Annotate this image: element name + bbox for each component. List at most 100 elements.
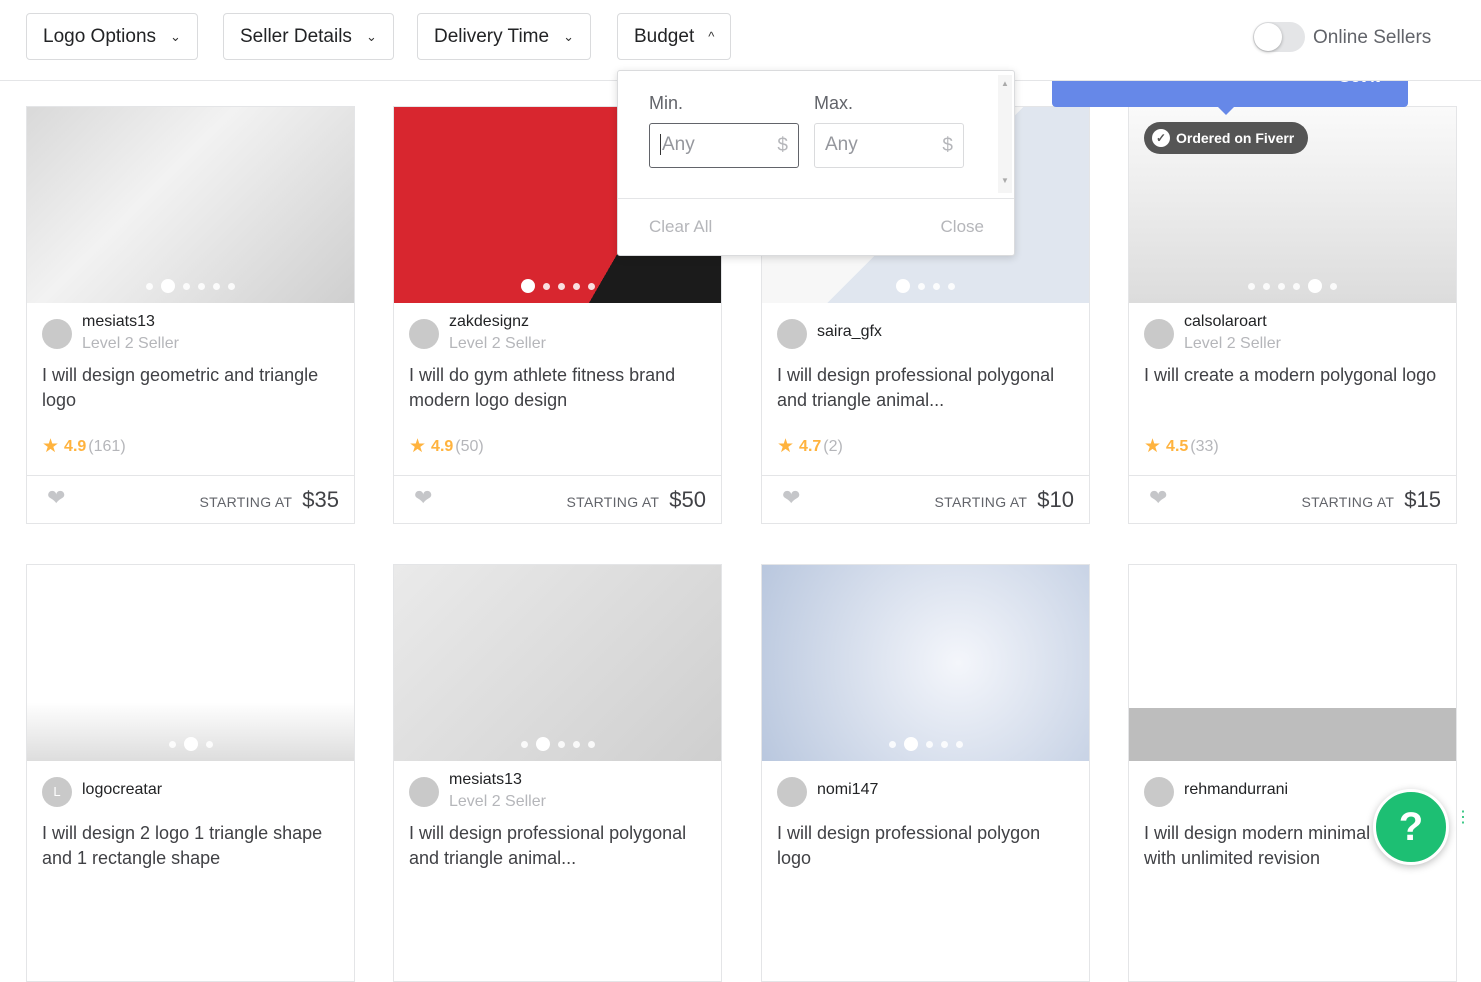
carousel-dot[interactable] xyxy=(572,740,580,748)
seller-name[interactable]: nomi147 xyxy=(817,781,878,799)
seller-name[interactable]: zakdesignz xyxy=(449,313,529,331)
avatar[interactable] xyxy=(777,319,807,349)
carousel-dot[interactable] xyxy=(535,737,550,751)
min-label: Min. xyxy=(649,93,684,113)
gig-card[interactable]: rehmandurrani I will design modern minima… xyxy=(1128,564,1457,982)
seller-name[interactable]: calsolaroart xyxy=(1184,313,1267,331)
carousel-dot[interactable] xyxy=(146,282,153,290)
online-sellers-label: Online Sellers xyxy=(1313,27,1432,48)
carousel-dot[interactable] xyxy=(557,740,565,748)
carousel-dot[interactable] xyxy=(198,282,205,290)
review-count: (33) xyxy=(1190,437,1219,455)
carousel-dot[interactable] xyxy=(183,282,190,290)
avatar[interactable] xyxy=(409,777,439,807)
carousel-dot[interactable] xyxy=(888,740,896,748)
close-button[interactable]: Close xyxy=(941,217,984,237)
carousel-dot[interactable] xyxy=(896,279,910,293)
gig-card[interactable]: mesiats13 Level 2 Seller I will design pro… xyxy=(393,564,722,982)
carousel-dot[interactable] xyxy=(948,282,955,290)
carousel-dot[interactable] xyxy=(918,282,925,290)
filter-logo-options[interactable]: Logo Options ⌄ xyxy=(26,13,198,60)
help-button[interactable]: ? xyxy=(1373,789,1449,865)
gig-image[interactable] xyxy=(394,565,721,761)
carousel-dot[interactable] xyxy=(587,740,595,748)
filter-seller-details[interactable]: Seller Details ⌄ xyxy=(223,13,394,60)
review-count: (2) xyxy=(823,437,843,455)
carousel-dot[interactable] xyxy=(213,282,220,290)
carousel-dot[interactable] xyxy=(1293,282,1300,290)
gig-image[interactable] xyxy=(1129,565,1456,761)
heart-icon[interactable]: ❤ xyxy=(47,485,65,511)
carousel-dot[interactable] xyxy=(955,740,963,748)
price-value: $15 xyxy=(1404,487,1441,512)
seller-level: Level 2 Seller xyxy=(1184,335,1281,352)
gig-image[interactable] xyxy=(27,565,354,761)
carousel-dot[interactable] xyxy=(940,740,948,748)
filter-label: Seller Details xyxy=(240,25,352,47)
avatar[interactable] xyxy=(777,777,807,807)
carousel-dot[interactable] xyxy=(925,740,933,748)
carousel-dot[interactable] xyxy=(1248,282,1255,290)
avatar[interactable]: L xyxy=(42,777,72,807)
carousel-dot[interactable] xyxy=(1330,282,1337,290)
gig-title[interactable]: I will design geometric and triangle log… xyxy=(42,363,342,413)
gig-card[interactable]: mesiats13 Level 2 Seller I will design geo… xyxy=(26,106,355,524)
carousel-dot[interactable] xyxy=(903,737,918,751)
seller-name[interactable]: mesiats13 xyxy=(82,313,155,331)
max-budget-input[interactable]: Any $ xyxy=(814,123,964,168)
star-icon: ★ xyxy=(42,436,60,457)
ordered-badge: ✓ Ordered on Fiverr xyxy=(1144,122,1309,154)
carousel-dot[interactable] xyxy=(1263,282,1270,290)
carousel-dot[interactable] xyxy=(520,740,528,748)
carousel-dot[interactable] xyxy=(557,282,565,290)
avatar[interactable] xyxy=(42,319,72,349)
carousel-dot[interactable] xyxy=(168,740,176,748)
carousel-dot[interactable] xyxy=(228,282,235,290)
carousel-dot[interactable] xyxy=(587,282,595,290)
gig-title[interactable]: I will design 2 logo 1 triangle shape an… xyxy=(42,821,342,871)
heart-icon[interactable]: ❤ xyxy=(782,485,800,511)
carousel-dots xyxy=(394,279,721,293)
gig-title[interactable]: I will design professional polygonal and… xyxy=(777,363,1077,413)
star-icon: ★ xyxy=(1144,436,1162,457)
starting-at-label: STARTING AT xyxy=(199,494,293,510)
seller-name[interactable]: logocreatar xyxy=(82,781,162,799)
carousel-dot[interactable] xyxy=(183,737,198,751)
carousel-dot[interactable] xyxy=(933,282,940,290)
gig-title[interactable]: I will do gym athlete fitness brand mode… xyxy=(409,363,709,413)
seller-name[interactable]: saira_gfx xyxy=(817,323,882,341)
carousel-dot[interactable] xyxy=(520,279,535,293)
avatar[interactable] xyxy=(1144,319,1174,349)
online-sellers-toggle[interactable] xyxy=(1253,22,1305,52)
seller-name[interactable]: mesiats13 xyxy=(449,771,522,789)
carousel-dot[interactable] xyxy=(542,282,550,290)
gig-image[interactable] xyxy=(762,565,1089,761)
seller-name[interactable]: rehmandurrani xyxy=(1184,781,1288,799)
clear-all-button[interactable]: Clear All xyxy=(649,217,712,237)
card-footer: ❤ STARTING AT $50 xyxy=(394,475,721,523)
avatar[interactable] xyxy=(409,319,439,349)
gig-card[interactable]: ✓ Ordered on Fiverr calsolaroart Level 2 Se… xyxy=(1128,106,1457,524)
more-icon[interactable]: ⋮ xyxy=(1455,810,1471,826)
avatar[interactable] xyxy=(1144,777,1174,807)
gig-title[interactable]: I will design professional polygonal and… xyxy=(409,821,709,871)
gig-image[interactable] xyxy=(27,107,354,303)
gig-card[interactable]: nomi147 I will design professional polygo… xyxy=(761,564,1090,982)
gig-image[interactable]: ✓ Ordered on Fiverr xyxy=(1129,107,1456,303)
carousel-dot[interactable] xyxy=(1308,279,1322,293)
chevron-up-icon: ^ xyxy=(708,29,715,44)
filter-budget[interactable]: Budget ^ xyxy=(617,13,732,60)
gig-card[interactable]: Llogocreatar I will design 2 logo 1 trian… xyxy=(26,564,355,982)
carousel-dot[interactable] xyxy=(161,279,175,293)
carousel-dot[interactable] xyxy=(572,282,580,290)
min-budget-input[interactable]: Any $ xyxy=(649,123,799,168)
gig-title[interactable]: I will design professional polygon logo xyxy=(777,821,1077,871)
heart-icon[interactable]: ❤ xyxy=(414,485,432,511)
carousel-dot[interactable] xyxy=(205,740,213,748)
heart-icon[interactable]: ❤ xyxy=(1149,485,1167,511)
filter-delivery-time[interactable]: Delivery Time ⌄ xyxy=(417,13,591,60)
gig-title[interactable]: I will create a modern polygonal logo xyxy=(1144,363,1444,388)
carousel-dot[interactable] xyxy=(1278,282,1285,290)
dropdown-scrollbar[interactable]: ▲ ▼ xyxy=(998,75,1012,193)
tooltip-arrow xyxy=(1218,107,1234,115)
